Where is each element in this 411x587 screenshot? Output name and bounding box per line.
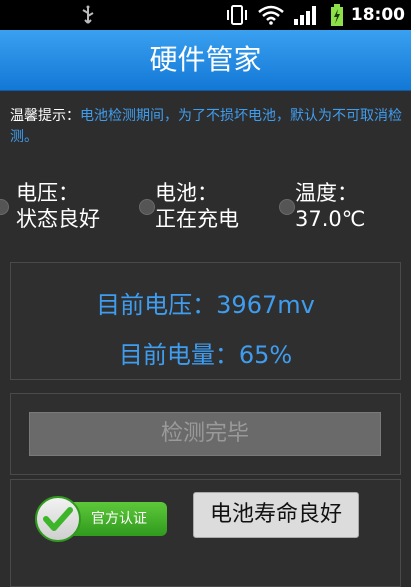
temperature-label: 温度： (295, 181, 358, 205)
usb-icon (78, 0, 98, 30)
official-certification-badge: 官方认证 (35, 496, 170, 542)
result-panel: 官方认证 电池寿命良好 (10, 479, 401, 587)
battery-label: 电池： (155, 181, 218, 205)
battery-stat: 电池： 正在充电 (155, 180, 239, 232)
badge-label: 官方认证 (91, 511, 147, 527)
voltage-status: 状态良好 (16, 207, 100, 231)
check-panel: 检测完毕 (10, 393, 401, 475)
notice-label: 温馨提示： (10, 108, 80, 124)
status-row: 电压： 状态良好 电池： 正在充电 温度： 37.0℃ (0, 180, 411, 240)
wifi-icon (257, 0, 285, 30)
checkmark-icon (35, 496, 81, 542)
temperature-stat: 温度： 37.0℃ (295, 180, 365, 232)
current-level: 目前电量：65% (118, 341, 293, 369)
app-title-bar: 硬件管家 (0, 30, 411, 91)
voltage-label: 电压： (16, 181, 79, 205)
radio-indicator (279, 199, 295, 215)
voltage-stat: 电压： 状态良好 (16, 180, 100, 232)
app-title: 硬件管家 (149, 43, 262, 76)
battery-status: 正在充电 (155, 207, 239, 231)
battery-life-button[interactable]: 电池寿命良好 (193, 492, 359, 538)
temperature-value: 37.0℃ (295, 207, 366, 231)
vibrate-icon (224, 0, 250, 30)
check-done-button[interactable]: 检测完毕 (29, 412, 381, 456)
radio-indicator (0, 199, 9, 215)
readings-panel: 目前电压：3967mv 目前电量：65% (10, 262, 401, 380)
status-bar: 18:00 (0, 0, 411, 30)
radio-indicator (139, 199, 155, 215)
clock: 18:00 (350, 5, 405, 25)
signal-icon (292, 0, 318, 30)
battery-charging-icon (328, 0, 346, 30)
notice: 温馨提示：电池检测期间，为了不损坏电池，默认为不可取消检测。 (10, 106, 406, 148)
current-voltage: 目前电压：3967mv (96, 291, 315, 319)
